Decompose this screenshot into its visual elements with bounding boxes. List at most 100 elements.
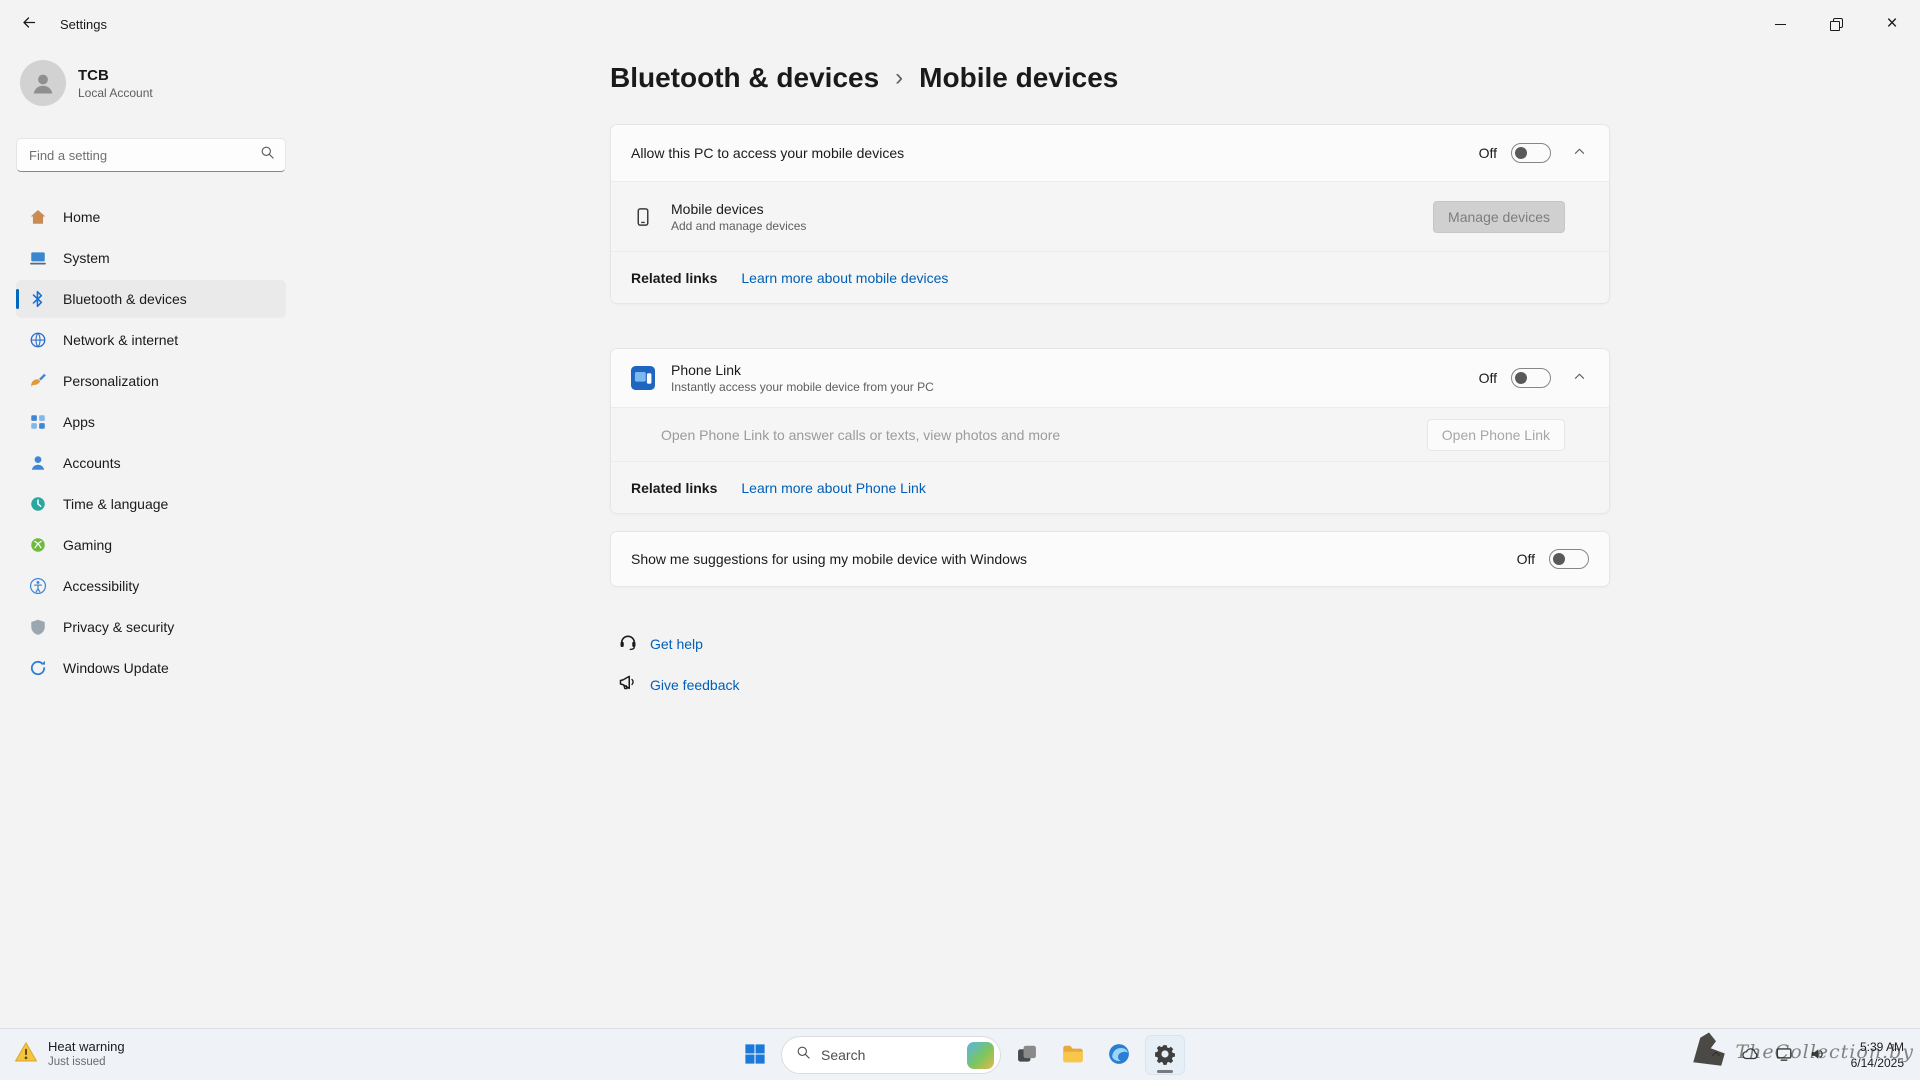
search-input[interactable] (29, 148, 260, 163)
windows-update-icon (28, 658, 48, 678)
suggestions-card: Show me suggestions for using my mobile … (610, 531, 1610, 587)
settings-gear-icon (1154, 1043, 1176, 1068)
sidebar-item-personalization[interactable]: Personalization (16, 362, 286, 400)
phone-link-collapse-button[interactable] (1565, 364, 1593, 392)
sidebar-item-network-internet[interactable]: Network & internet (16, 321, 286, 359)
toggle-knob (1515, 372, 1527, 384)
open-phone-link-button[interactable]: Open Phone Link (1427, 419, 1565, 451)
settings-app-button[interactable] (1145, 1035, 1185, 1075)
open-app-indicator (1157, 1070, 1173, 1073)
back-button[interactable] (8, 6, 50, 42)
tray-network-button[interactable] (1769, 1037, 1799, 1073)
apps-icon (28, 412, 48, 432)
feedback-megaphone-icon (618, 672, 638, 697)
taskbar-center: Search (735, 1029, 1185, 1080)
give-feedback-link[interactable]: Give feedback (610, 668, 740, 701)
sidebar-item-label: Apps (63, 414, 95, 430)
suggestions-row: Show me suggestions for using my mobile … (611, 532, 1609, 586)
edge-icon (1107, 1042, 1131, 1069)
related-links-row: Related links Learn more about Phone Lin… (611, 461, 1609, 513)
sidebar-item-label: Bluetooth & devices (63, 291, 187, 307)
gaming-icon (28, 535, 48, 555)
mobile-devices-subtitle: Add and manage devices (671, 219, 1433, 233)
suggestions-toggle[interactable] (1549, 549, 1589, 569)
taskbar-search[interactable]: Search (781, 1036, 1001, 1074)
sidebar-item-bluetooth-devices[interactable]: Bluetooth & devices (16, 280, 286, 318)
notification-title: Heat warning (48, 1039, 125, 1055)
file-explorer-button[interactable] (1053, 1035, 1093, 1075)
sidebar-item-windows-update[interactable]: Windows Update (16, 649, 286, 687)
clock-time: 5:39 AM (1851, 1039, 1904, 1055)
sidebar-item-system[interactable]: System (16, 239, 286, 277)
phone-link-toggle-state: Off (1479, 370, 1497, 386)
allow-access-toggle-state: Off (1479, 145, 1497, 161)
chevron-up-icon (1573, 145, 1586, 161)
start-button[interactable] (735, 1035, 775, 1075)
sidebar-item-time-language[interactable]: Time & language (16, 485, 286, 523)
mobile-phone-icon (631, 205, 655, 229)
sidebar-item-label: Accessibility (63, 578, 139, 594)
breadcrumb-parent[interactable]: Bluetooth & devices (610, 58, 879, 98)
sidebar-item-home[interactable]: Home (16, 198, 286, 236)
phone-link-toggle[interactable] (1511, 368, 1551, 388)
help-headset-icon (618, 631, 638, 656)
restore-icon (1830, 18, 1842, 30)
edge-browser-button[interactable] (1099, 1035, 1139, 1075)
sidebar-item-accessibility[interactable]: Accessibility (16, 567, 286, 605)
sidebar-item-label: Privacy & security (63, 619, 174, 635)
privacy-icon (28, 617, 48, 637)
user-profile[interactable]: TCB Local Account (16, 54, 286, 112)
search-icon (796, 1045, 811, 1065)
sidebar-item-label: System (63, 250, 110, 266)
time-language-icon (28, 494, 48, 514)
personalization-icon (28, 371, 48, 391)
tray-cloud-button[interactable] (1735, 1037, 1765, 1073)
allow-access-label: Allow this PC to access your mobile devi… (631, 145, 1479, 161)
open-phone-link-description: Open Phone Link to answer calls or texts… (631, 427, 1427, 443)
home-icon (28, 207, 48, 227)
network-monitor-icon (1775, 1045, 1793, 1066)
tray-chevron-up-button[interactable] (1701, 1037, 1731, 1073)
system-tray: 5:39 AM 6/14/2025 (1701, 1029, 1920, 1080)
main-content: Bluetooth & devices › Mobile devices All… (300, 48, 1920, 1028)
chevron-up-icon (1710, 1048, 1722, 1063)
search-highlight-image[interactable] (967, 1042, 994, 1069)
related-links-label: Related links (631, 480, 717, 496)
allow-access-collapse-button[interactable] (1565, 139, 1593, 167)
breadcrumb: Bluetooth & devices › Mobile devices (610, 58, 1610, 100)
file-explorer-icon (1061, 1042, 1085, 1069)
volume-icon (1809, 1045, 1827, 1066)
taskbar-notification[interactable]: Heat warning Just issued (0, 1039, 125, 1070)
sidebar-item-apps[interactable]: Apps (16, 403, 286, 441)
sidebar-item-label: Home (63, 209, 100, 225)
toggle-knob (1553, 553, 1565, 565)
find-setting-searchbox[interactable] (16, 138, 286, 172)
allow-access-header[interactable]: Allow this PC to access your mobile devi… (611, 125, 1609, 181)
sidebar-item-privacy-security[interactable]: Privacy & security (16, 608, 286, 646)
related-links-label: Related links (631, 270, 717, 286)
learn-more-mobile-devices-link[interactable]: Learn more about mobile devices (741, 270, 948, 286)
network-icon (28, 330, 48, 350)
taskbar: Heat warning Just issued Search (0, 1028, 1920, 1080)
manage-devices-button[interactable]: Manage devices (1433, 201, 1565, 233)
minimize-icon (1775, 24, 1786, 25)
give-feedback-label: Give feedback (650, 677, 740, 693)
sidebar-item-gaming[interactable]: Gaming (16, 526, 286, 564)
sidebar-item-accounts[interactable]: Accounts (16, 444, 286, 482)
open-phone-link-row: Open Phone Link to answer calls or texts… (611, 407, 1609, 461)
task-view-button[interactable] (1007, 1035, 1047, 1075)
suggestions-label: Show me suggestions for using my mobile … (631, 551, 1517, 567)
learn-more-phone-link-link[interactable]: Learn more about Phone Link (741, 480, 925, 496)
taskbar-clock[interactable]: 5:39 AM 6/14/2025 (1845, 1037, 1910, 1073)
avatar (20, 60, 66, 106)
cloud-icon (1741, 1045, 1759, 1066)
tray-volume-button[interactable] (1803, 1037, 1833, 1073)
restore-button[interactable] (1808, 0, 1864, 48)
close-button[interactable]: × (1864, 0, 1920, 48)
minimize-button[interactable] (1752, 0, 1808, 48)
get-help-link[interactable]: Get help (610, 627, 703, 660)
sidebar-item-label: Network & internet (63, 332, 178, 348)
allow-access-toggle[interactable] (1511, 143, 1551, 163)
phone-link-header[interactable]: Phone Link Instantly access your mobile … (611, 349, 1609, 407)
notification-subtitle: Just issued (48, 1055, 125, 1069)
